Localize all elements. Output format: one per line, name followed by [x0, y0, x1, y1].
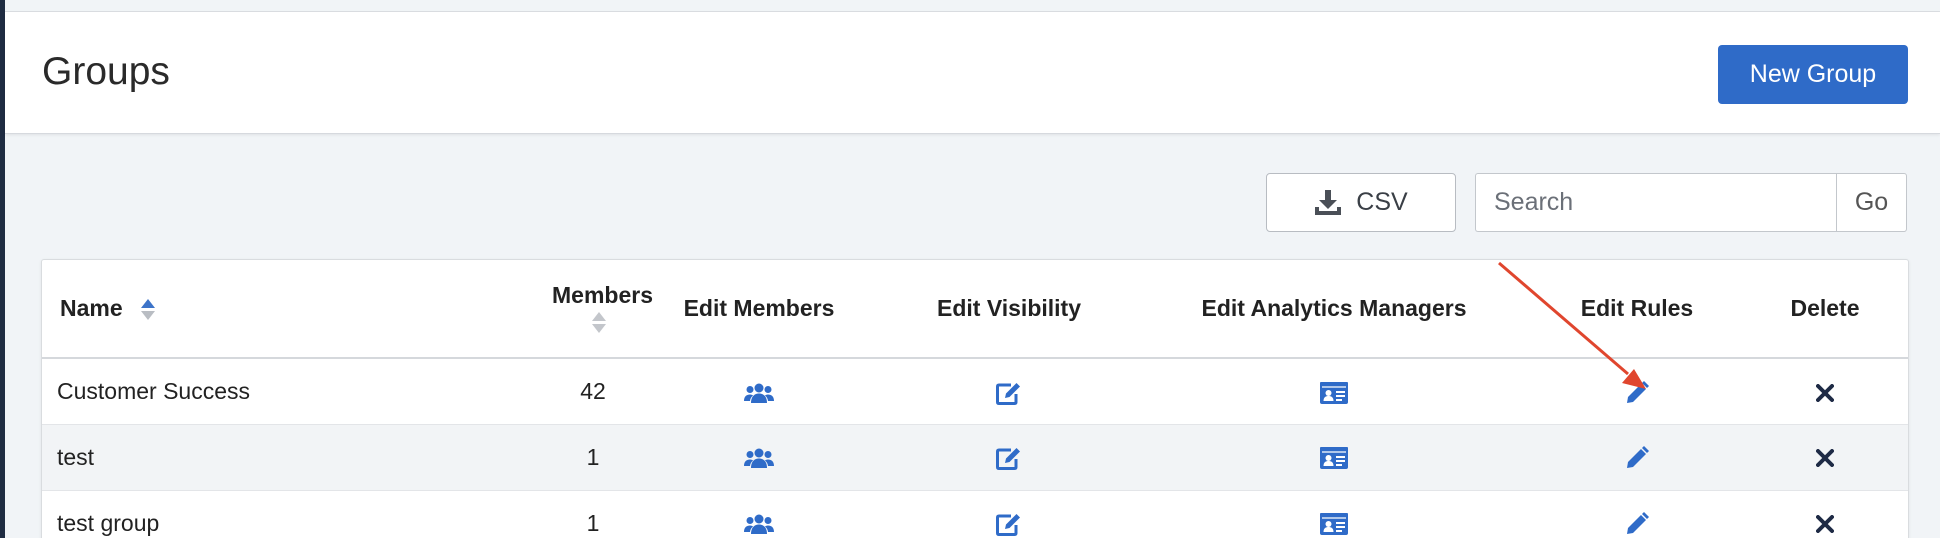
column-header-edit-visibility: Edit Visibility: [884, 260, 1134, 359]
edit-square-icon[interactable]: [996, 381, 1022, 405]
sort-icon[interactable]: [592, 311, 606, 335]
pencil-icon[interactable]: [1625, 446, 1649, 470]
group-name: test group: [57, 509, 160, 536]
sort-asc-icon[interactable]: [141, 298, 156, 322]
page-header: Groups New Group: [5, 12, 1940, 134]
download-icon: [1315, 189, 1342, 215]
close-icon[interactable]: [1816, 449, 1834, 468]
pencil-icon[interactable]: [1625, 380, 1649, 405]
table-row: test 1: [42, 424, 1908, 490]
id-card-icon[interactable]: [1320, 381, 1348, 404]
member-count: 42: [580, 377, 606, 404]
column-header-members[interactable]: Members: [372, 260, 653, 359]
id-card-icon[interactable]: [1320, 513, 1348, 536]
id-card-icon[interactable]: [1320, 447, 1348, 470]
users-icon[interactable]: [744, 447, 774, 469]
member-count: 1: [586, 509, 600, 536]
search-go-button[interactable]: Go: [1836, 173, 1907, 232]
new-group-button[interactable]: New Group: [1718, 45, 1908, 104]
group-name: Customer Success: [57, 377, 251, 404]
table-row: test group 1: [42, 490, 1908, 538]
edit-square-icon[interactable]: [996, 446, 1022, 471]
csv-label: CSV: [1356, 188, 1408, 216]
group-name: test: [57, 443, 95, 470]
csv-export-button[interactable]: CSV: [1266, 173, 1456, 232]
users-icon[interactable]: [744, 513, 774, 535]
edit-square-icon[interactable]: [996, 512, 1022, 537]
groups-table-card: Name Members Edit Members Edit Visibilit…: [41, 259, 1909, 538]
users-icon[interactable]: [744, 382, 774, 404]
column-header-name[interactable]: Name: [42, 260, 372, 359]
pencil-icon[interactable]: [1625, 512, 1649, 536]
search-group: Go: [1475, 173, 1907, 232]
top-strip: [5, 0, 1940, 12]
column-header-edit-rules: Edit Rules: [1534, 260, 1740, 359]
close-icon[interactable]: [1816, 383, 1834, 402]
member-count: 1: [586, 443, 600, 470]
table-toolbar: CSV Go: [0, 173, 1940, 233]
column-header-edit-members: Edit Members: [634, 260, 884, 359]
table-row: Customer Success 42: [42, 358, 1908, 424]
groups-table: Name Members Edit Members Edit Visibilit…: [42, 260, 1908, 538]
column-header-edit-analytics-managers: Edit Analytics Managers: [1134, 260, 1534, 359]
column-header-delete: Delete: [1740, 260, 1908, 359]
table-header-row: Name Members Edit Members Edit Visibilit…: [42, 260, 1908, 359]
search-input[interactable]: [1475, 173, 1836, 232]
close-icon[interactable]: [1816, 515, 1834, 534]
page-title: Groups: [42, 50, 170, 93]
